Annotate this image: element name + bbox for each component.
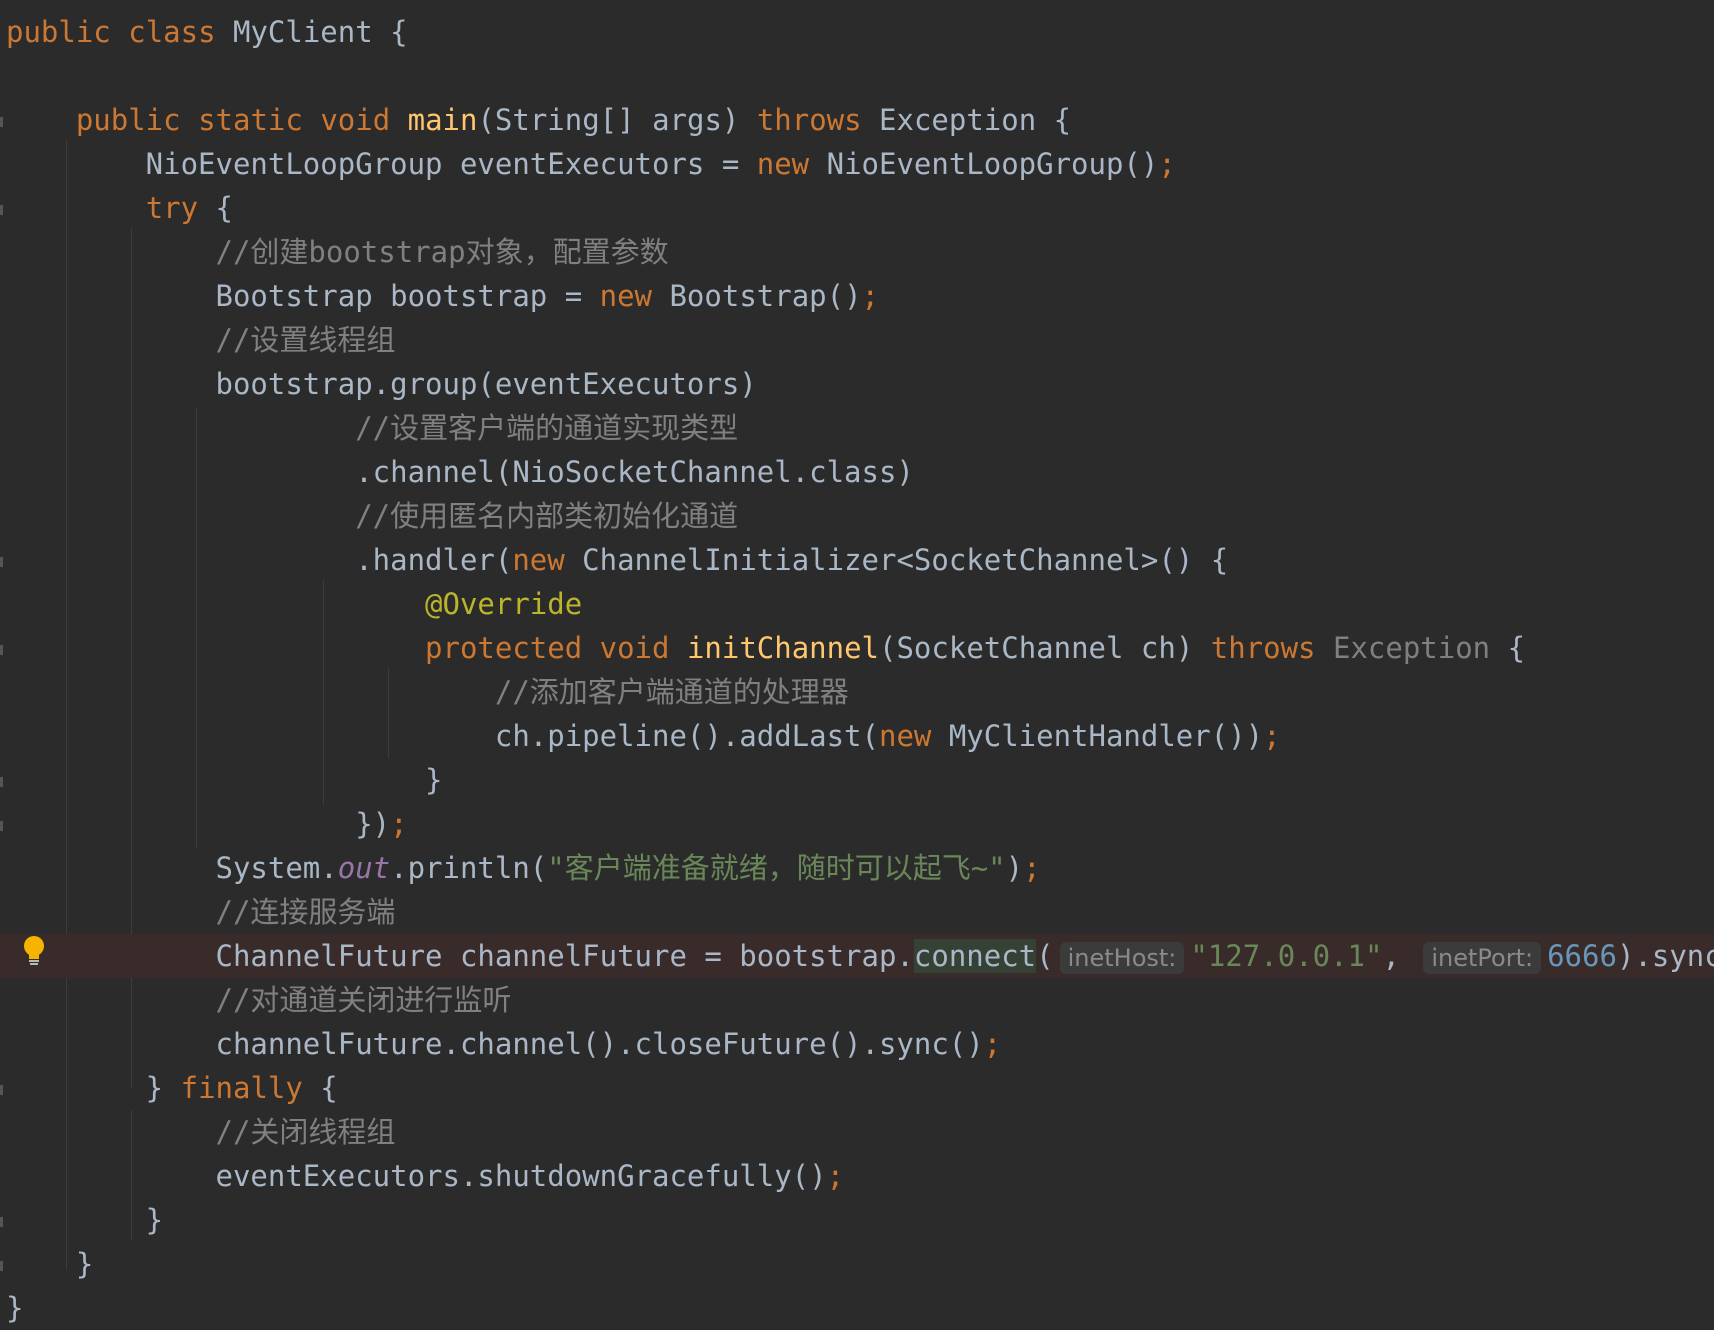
code-annotation: @Override bbox=[6, 587, 583, 621]
code-line[interactable]: //创建bootstrap对象，配置参数 bbox=[0, 230, 1714, 274]
code-text: channelFuture.channel().closeFuture().sy… bbox=[6, 1027, 1002, 1061]
code-text: } bbox=[6, 1203, 164, 1237]
code-comment: //设置客户端的通道实现类型 bbox=[6, 411, 739, 445]
code-comment: //使用匿名内部类初始化通道 bbox=[6, 499, 739, 533]
code-text: } bbox=[6, 763, 443, 797]
code-text: } bbox=[6, 1247, 94, 1281]
code-line[interactable]: channelFuture.channel().closeFuture().sy… bbox=[0, 1022, 1714, 1066]
code-line[interactable]: }); bbox=[0, 802, 1714, 846]
code-line[interactable]: //设置线程组 bbox=[0, 318, 1714, 362]
code-comment: //添加客户端通道的处理器 bbox=[6, 675, 849, 709]
code-line[interactable]: } bbox=[0, 758, 1714, 802]
code-text: NioEventLoopGroup eventExecutors = new N… bbox=[6, 147, 1176, 181]
code-line[interactable]: .channel(NioSocketChannel.class) bbox=[0, 450, 1714, 494]
code-line[interactable]: //设置客户端的通道实现类型 bbox=[0, 406, 1714, 450]
code-line[interactable]: @Override bbox=[0, 582, 1714, 626]
code-line[interactable]: protected void initChannel(SocketChannel… bbox=[0, 626, 1714, 670]
code-comment: //创建bootstrap对象，配置参数 bbox=[6, 235, 669, 269]
code-text: public static void main(String[] args) t… bbox=[75, 103, 1072, 137]
code-comment: //连接服务端 bbox=[6, 895, 396, 929]
code-line-highlighted[interactable]: ChannelFuture channelFuture = bootstrap.… bbox=[0, 934, 1714, 978]
code-line[interactable]: //添加客户端通道的处理器 bbox=[0, 670, 1714, 714]
code-line[interactable]: NioEventLoopGroup eventExecutors = new N… bbox=[0, 142, 1714, 186]
code-line[interactable]: } bbox=[0, 1286, 1714, 1330]
code-text: ch.pipeline().addLast(new MyClientHandle… bbox=[6, 719, 1281, 753]
code-text: bootstrap.group(eventExecutors) bbox=[6, 367, 757, 401]
code-line[interactable]: eventExecutors.shutdownGracefully(); bbox=[0, 1154, 1714, 1198]
code-line[interactable]: System.out.println("客户端准备就绪，随时可以起飞~"); bbox=[0, 846, 1714, 890]
code-text: ChannelFuture channelFuture = bootstrap.… bbox=[6, 939, 1714, 974]
param-hint-port: inetPort: bbox=[1423, 942, 1542, 974]
code-text: .channel(NioSocketChannel.class) bbox=[6, 455, 914, 489]
lightbulb-icon[interactable] bbox=[22, 935, 46, 967]
code-line[interactable]: public class MyClient { bbox=[0, 10, 1714, 54]
code-line[interactable]: } finally { bbox=[0, 1066, 1714, 1110]
code-line[interactable]: } bbox=[0, 1242, 1714, 1286]
code-line[interactable]: .handler(new ChannelInitializer<SocketCh… bbox=[0, 538, 1714, 582]
code-line[interactable]: } bbox=[0, 1198, 1714, 1242]
code-text: eventExecutors.shutdownGracefully(); bbox=[6, 1159, 845, 1193]
code-text: public class MyClient { bbox=[6, 15, 408, 49]
code-text: } finally { bbox=[6, 1071, 338, 1105]
code-line[interactable]: Bootstrap bootstrap = new Bootstrap(); bbox=[0, 274, 1714, 318]
code-text: }); bbox=[6, 807, 408, 841]
code-line[interactable]: bootstrap.group(eventExecutors) bbox=[0, 362, 1714, 406]
code-line[interactable]: ch.pipeline().addLast(new MyClientHandle… bbox=[0, 714, 1714, 758]
code-comment: //设置线程组 bbox=[6, 323, 396, 357]
code-line[interactable]: //连接服务端 bbox=[0, 890, 1714, 934]
code-line[interactable] bbox=[0, 54, 1714, 98]
code-text: Bootstrap bootstrap = new Bootstrap(); bbox=[6, 279, 880, 313]
code-text: .handler(new ChannelInitializer<SocketCh… bbox=[6, 543, 1229, 577]
code-line[interactable]: //关闭线程组 bbox=[0, 1110, 1714, 1154]
code-comment: //对通道关闭进行监听 bbox=[6, 983, 512, 1017]
code-editor[interactable]: public class MyClient { public static vo… bbox=[0, 0, 1714, 1330]
code-line[interactable]: try { bbox=[0, 186, 1714, 230]
code-line[interactable]: //对通道关闭进行监听 bbox=[0, 978, 1714, 1022]
code-text: try { bbox=[145, 191, 233, 225]
param-hint-host: inetHost: bbox=[1059, 942, 1185, 974]
code-line[interactable]: //使用匿名内部类初始化通道 bbox=[0, 494, 1714, 538]
code-text: System.out.println("客户端准备就绪，随时可以起飞~"); bbox=[6, 851, 1041, 885]
code-comment: //关闭线程组 bbox=[6, 1115, 396, 1149]
code-text: } bbox=[6, 1291, 24, 1325]
code-line[interactable]: public static void main(String[] args) t… bbox=[0, 98, 1714, 142]
code-text: protected void initChannel(SocketChannel… bbox=[425, 631, 1526, 665]
